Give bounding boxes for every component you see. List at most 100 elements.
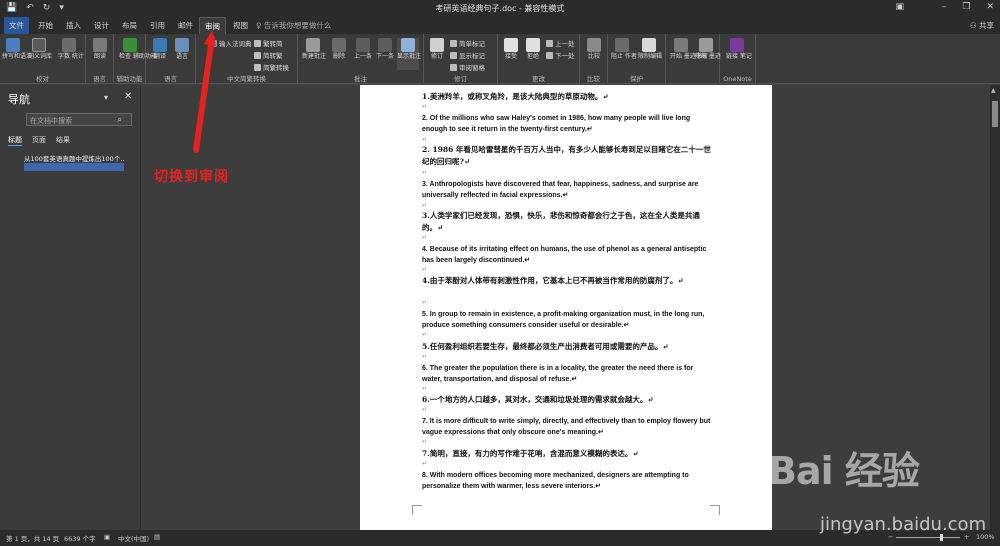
doc-paragraph[interactable]: 2. Of the millions who saw Haley′s comet… [422, 113, 712, 135]
proofing-status-icon[interactable]: ▣ [104, 533, 110, 541]
reject-button[interactable]: 拒绝 [522, 38, 544, 60]
doc-paragraph[interactable]: 1.美洲羚羊，或称叉角羚，是该大陆典型的草原动物。↵ [422, 91, 712, 103]
macro-recording-icon[interactable]: ▤ [154, 533, 160, 541]
nav-tab-headings[interactable]: 标题 [8, 135, 22, 146]
display-for-review-select[interactable]: 简单标记 [450, 38, 485, 48]
search-icon[interactable]: ⌕ [118, 115, 122, 125]
compare-button[interactable]: 比较 [583, 38, 605, 60]
previous-change-button[interactable]: 上一处 [546, 38, 575, 48]
nav-heading-selection[interactable] [24, 163, 124, 171]
tab-layout[interactable]: 布局 [117, 17, 142, 34]
group-label-changes: 更改 [532, 75, 545, 83]
document-page[interactable]: 1.美洲羚羊，或称叉角羚，是该大陆典型的草原动物。↵ ↵ 2. Of the m… [360, 85, 772, 530]
next-change-icon [546, 52, 553, 59]
doc-paragraph[interactable]: 3. Anthropologists have discovered that … [422, 179, 712, 201]
hide-ink-button[interactable]: 隐藏 墨迹 [695, 38, 721, 60]
doc-paragraph[interactable]: 6. The greater the population there is i… [422, 363, 712, 385]
group-label-language: 语言 [164, 75, 177, 83]
close-button[interactable]: ✕ [986, 2, 994, 12]
group-label-tracking: 修订 [454, 75, 467, 83]
doc-paragraph[interactable]: 7.简明，直接，有力的写作难于花哨，含混而意义模糊的表达。↵ [422, 448, 712, 460]
group-ink: 开始 墨迹书写 隐藏 墨迹 [666, 34, 721, 84]
doc-paragraph[interactable]: 6.一个地方的人口越多，其对水，交通和垃圾处理的需求就会越大。↵ [422, 394, 712, 406]
restore-button[interactable]: ❐ [962, 2, 970, 12]
page-count[interactable]: 第 1 页，共 14 页 [6, 533, 59, 543]
read-aloud-icon [93, 38, 107, 52]
word-count[interactable]: 6639 个字 [64, 533, 96, 543]
start-inking-button[interactable]: 开始 墨迹书写 [670, 38, 708, 60]
ime-dictionary-button[interactable]: 输入法词典 [210, 38, 252, 48]
paragraph-mark: ↵ [422, 136, 428, 143]
nav-tabs: 标题 页面 结果 [8, 135, 70, 146]
nav-tab-results[interactable]: 结果 [56, 135, 70, 146]
new-comment-icon [306, 38, 320, 52]
markup-icon [450, 40, 457, 47]
tab-insert[interactable]: 插入 [61, 17, 86, 34]
convert-button[interactable]: 简繁转换 [254, 62, 289, 72]
nav-tab-pages[interactable]: 页面 [32, 135, 46, 146]
ribbon-review: 拼写和语法 同义词库 字数 统计 校对 朗读 语言 检查 辅助功能 辅助功能 翻… [0, 34, 1000, 84]
doc-paragraph[interactable]: 7. It is more difficult to write simply,… [422, 416, 712, 438]
delete-comment-button[interactable]: 删除 [328, 38, 350, 60]
next-comment-button[interactable]: 下一条 [374, 38, 396, 60]
word-count-button[interactable]: 字数 统计 [58, 38, 84, 60]
to-simplified-button[interactable]: 简转繁 [254, 50, 283, 60]
document-title: 考研英语经典句子.doc - 兼容性模式 [435, 4, 565, 13]
read-aloud-button[interactable]: 朗读 [89, 38, 111, 60]
onenote-icon [730, 38, 744, 52]
tab-mailings[interactable]: 邮件 [173, 17, 198, 34]
thesaurus-button[interactable]: 同义词库 [28, 38, 52, 60]
tell-me-search[interactable]: ♀ 告诉我你想要做什么 [256, 20, 331, 31]
tab-view[interactable]: 视图 [228, 17, 253, 34]
track-changes-button[interactable]: 修订 [426, 38, 448, 60]
nav-close-icon[interactable]: ✕ [124, 91, 132, 102]
doc-paragraph[interactable]: 4. Because of its irritating effect on h… [422, 244, 712, 266]
previous-comment-button[interactable]: 上一条 [352, 38, 374, 60]
language-button[interactable]: 语言 [171, 38, 193, 60]
block-authors-button[interactable]: 阻止 作者 [611, 38, 637, 60]
doc-paragraph[interactable]: 4.由于苯酚对人体带有刺激性作用，它基本上已不再被当作常用的防腐剂了。↵ [422, 275, 712, 287]
title-bar: 💾 ↶ ↻ ▾ 考研英语经典句子.doc - 兼容性模式 ▣ – ❐ ✕ [0, 0, 1000, 17]
ribbon-display-options-icon[interactable]: ▣ [895, 2, 904, 12]
nav-search-input[interactable]: 在文档中搜索 ⌕ [26, 113, 132, 126]
restrict-editing-button[interactable]: 限制编辑 [638, 38, 662, 60]
scrollbar-thumb[interactable] [992, 101, 998, 127]
reviewing-pane-button[interactable]: 审阅窗格 [450, 62, 485, 72]
tab-design[interactable]: 设计 [89, 17, 114, 34]
paragraph-mark: ↵ [422, 169, 428, 176]
show-markup-button[interactable]: 显示标记 [450, 50, 485, 60]
spelling-button[interactable]: 拼写和语法 [2, 38, 32, 60]
crop-mark [412, 505, 422, 515]
paragraph-mark: ↵ [422, 385, 428, 392]
doc-paragraph[interactable]: 2. 1986 年看见哈雷彗星的千百万人当中，有多少人能够长寿到足以目睹它在二十… [422, 144, 712, 167]
minimize-button[interactable]: – [942, 2, 947, 12]
next-change-button[interactable]: 下一处 [546, 50, 575, 60]
prev-change-icon [546, 40, 553, 47]
nav-heading-item[interactable]: 从100套英语真题中提炼出100个... [24, 153, 124, 163]
tab-home[interactable]: 开始 [33, 17, 58, 34]
doc-paragraph[interactable]: 8. With modern offices becoming more mec… [422, 470, 712, 492]
tab-references[interactable]: 引用 [145, 17, 170, 34]
block-authors-icon [615, 38, 629, 52]
language-status[interactable]: 中文(中国) [118, 533, 149, 543]
accept-button[interactable]: 接受 [500, 38, 522, 60]
tab-review[interactable]: 审阅 [199, 17, 226, 34]
group-label-compare: 比较 [587, 75, 600, 83]
share-button[interactable]: ⚇ 共享 [970, 20, 994, 31]
doc-paragraph[interactable]: 5. In group to remain in existence, a pr… [422, 309, 712, 331]
tab-file[interactable]: 文件 [4, 17, 29, 34]
doc-paragraph[interactable]: 5.任何盈利组织若要生存，最终都必须生产出消费者可用或需要的产品。↵ [422, 341, 712, 353]
navigation-pane: 导航 ▾ ✕ 在文档中搜索 ⌕ 标题 页面 结果 从100套英语真题中提炼出10… [0, 85, 141, 530]
to-traditional-button[interactable]: 繁转简 [254, 38, 283, 48]
check-accessibility-button[interactable]: 检查 辅助功能 [119, 38, 157, 60]
paragraph-mark: ↵ [422, 103, 428, 110]
linked-notes-button[interactable]: 链接 笔记 [726, 38, 752, 60]
translate-button[interactable]: 翻译 [149, 38, 171, 60]
convert-icon [254, 64, 261, 71]
new-comment-button[interactable]: 新建批注 [302, 38, 326, 60]
show-comments-button[interactable]: 显示批注 [397, 38, 421, 70]
ribbon-tabs: 文件 开始 插入 设计 布局 引用 邮件 审阅 视图 ♀ 告诉我你想要做什么 ⚇… [0, 17, 1000, 34]
nav-options-icon[interactable]: ▾ [104, 93, 108, 102]
scroll-up-icon[interactable]: ▲ [991, 87, 996, 94]
doc-paragraph[interactable]: 3.人类学家们已经发现，恐惧，快乐，悲伤和惊奇都会行之于色，这在全人类是共通的。… [422, 210, 712, 233]
